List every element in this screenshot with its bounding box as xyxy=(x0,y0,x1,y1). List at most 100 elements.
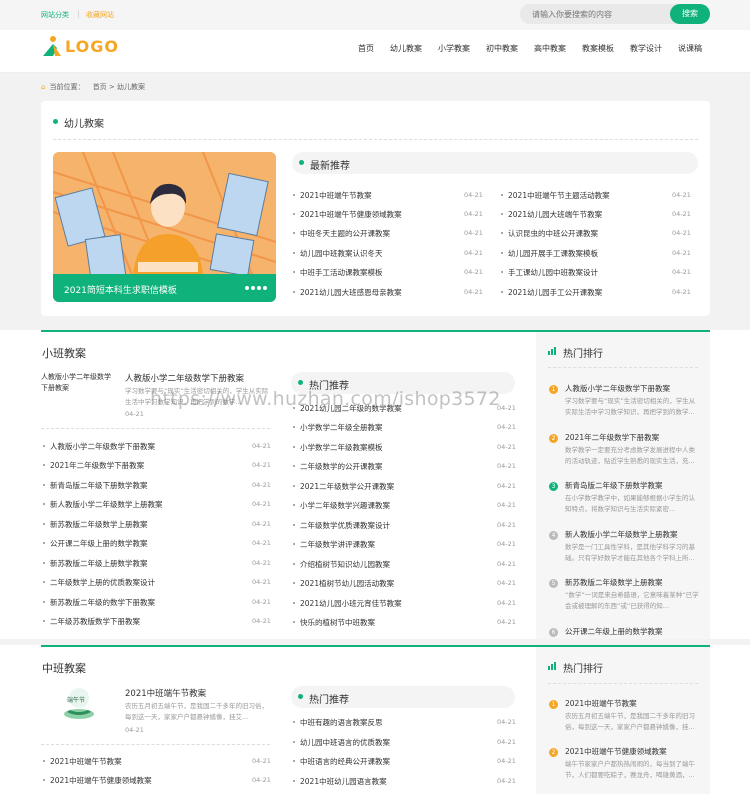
list-item[interactable]: 快乐的植树节中班教案 xyxy=(293,617,375,628)
list-item[interactable]: 幼儿园开展手工课教案模板 xyxy=(501,248,598,259)
nav-item-preschool[interactable]: 幼儿教案 xyxy=(390,43,422,54)
nav-item-lecture[interactable]: 说课稿 xyxy=(678,43,702,54)
nav-item-templates[interactable]: 教案模板 xyxy=(582,43,614,54)
list-date: 04-21 xyxy=(464,249,483,257)
list-date: 04-21 xyxy=(497,443,516,451)
rank-title: 热门排行 xyxy=(563,349,603,360)
list-item[interactable]: 2021幼儿园大班端午节教案 xyxy=(500,209,602,220)
list-item[interactable]: 中班有趣的语言教案反思 xyxy=(293,717,383,728)
list-item[interactable]: 认识昆虫的中班公开课教案 xyxy=(501,228,598,239)
list-item[interactable]: 介绍植树节知识幼儿园教案 xyxy=(293,559,390,570)
nav-item-senior[interactable]: 高中教案 xyxy=(534,43,566,54)
list-item[interactable]: 2021植树节幼儿园活动教案 xyxy=(292,578,394,589)
hot-tab[interactable]: 热门推荐 xyxy=(291,686,515,708)
rank-item-title[interactable]: 新苏教版二年级数学上册教案 xyxy=(565,577,663,588)
nav-item-junior[interactable]: 初中教案 xyxy=(486,43,518,54)
list-item[interactable]: 幼儿园中班教案认识冬天 xyxy=(293,248,383,259)
list-item[interactable]: 手工课幼儿园中班教案设计 xyxy=(501,267,598,278)
xiaoban-title: 小班教案 xyxy=(42,347,86,360)
rank-badge: 6 xyxy=(549,628,558,637)
list-item[interactable]: 2021中班端午节健康领域教案 xyxy=(43,775,152,786)
article-title[interactable]: 人教版小学二年级数学下册教案 xyxy=(125,372,244,384)
breadcrumb-current[interactable]: 幼儿教案 xyxy=(117,83,145,91)
list-item[interactable]: 小学数学二年级教案模板 xyxy=(293,442,383,453)
rank-item-title[interactable]: 公开课二年级上册的数学教案 xyxy=(565,626,663,637)
list-date: 04-21 xyxy=(464,210,483,218)
list-item[interactable]: 2021年二年级数学下册教案 xyxy=(42,460,144,471)
rank-item-desc: 端午节家家户户都热热闹闹的，每当到了端午节，人们都要吃粽子，赛龙舟，喝雄黄酒，.… xyxy=(565,760,695,779)
list-item[interactable]: 中班手工活动课教案模板 xyxy=(293,267,383,278)
breadcrumb-home[interactable]: 首页 xyxy=(93,83,107,91)
list-item[interactable]: 幼儿园中班语言的优质教案 xyxy=(293,737,390,748)
thumb-label: 端午节 xyxy=(67,697,86,704)
rank-item-title[interactable]: 人教版小学二年级数学下册教案 xyxy=(565,383,670,394)
list-item[interactable]: 二年级数学的公开课教案 xyxy=(293,461,383,472)
list-date: 04-21 xyxy=(252,559,271,567)
list-date: 04-21 xyxy=(497,599,516,607)
list-item[interactable]: 小学二年级数学兴趣课教案 xyxy=(293,500,390,511)
latest-tab[interactable]: 最新推荐 xyxy=(292,152,698,174)
list-date: 04-21 xyxy=(497,579,516,587)
article-date: 04-21 xyxy=(125,726,144,734)
bar-chart-icon xyxy=(548,662,557,670)
list-item[interactable]: 2021中班端午节教案 xyxy=(293,190,372,201)
list-item[interactable]: 新苏教版二年级上册数学教案 xyxy=(43,558,148,569)
rank-item-desc: 在小学数学教学中，如果能够根据小学生的认知特点，将数学知识与生活实际紧密... xyxy=(565,494,695,513)
nav-item-home[interactable]: 首页 xyxy=(358,43,374,54)
list-item[interactable]: 二年级数学上册的优质教案设计 xyxy=(43,577,155,588)
top-bar: 网站分类 | 收藏网站 搜索 xyxy=(0,0,750,30)
list-item[interactable]: 2021幼儿园手工公开课教案 xyxy=(500,287,602,298)
article-title[interactable]: 2021中班端午节教案 xyxy=(125,687,206,699)
list-date: 04-21 xyxy=(497,501,516,509)
search-button[interactable]: 搜索 xyxy=(670,4,710,24)
logo-icon xyxy=(43,36,61,56)
rank-item-title[interactable]: 2021中班端午节教案 xyxy=(565,698,637,709)
rank-item-title[interactable]: 2021中班端午节健康领域教案 xyxy=(565,746,667,757)
list-item[interactable]: 二年级数学讲评课教案 xyxy=(293,539,375,550)
list-item[interactable]: 新苏教版二年级的数学下册教案 xyxy=(43,597,155,608)
list-item[interactable]: 2021中班端午节健康领域教案 xyxy=(293,209,402,220)
list-item[interactable]: 2021中班端午节教案 xyxy=(43,756,122,767)
nav-item-design[interactable]: 教学设计 xyxy=(630,43,662,54)
rank-badge: 4 xyxy=(549,531,558,540)
bookmark-site-link[interactable]: 收藏网站 xyxy=(86,10,114,20)
article-date: 04-21 xyxy=(125,410,144,418)
list-date: 04-21 xyxy=(672,249,691,257)
list-date: 04-21 xyxy=(497,757,516,765)
carousel-dots[interactable] xyxy=(243,283,267,292)
article-thumbnail[interactable]: 人教版小学二年级数学下册教案 xyxy=(41,372,111,394)
list-item[interactable]: 二年级苏教版数学下册教案 xyxy=(43,616,140,627)
site-logo[interactable]: LOGO xyxy=(41,36,131,58)
site-category-link[interactable]: 网站分类 xyxy=(41,10,69,20)
rank-badge: 2 xyxy=(549,748,558,757)
divider xyxy=(53,139,698,140)
list-item[interactable]: 新青岛版二年级下册数学教案 xyxy=(43,480,148,491)
list-item[interactable]: 新苏教版二年级数学上册教案 xyxy=(43,519,148,530)
search-input[interactable] xyxy=(532,7,662,21)
list-item[interactable]: 2021中班幼儿园语言教案 xyxy=(293,776,387,787)
nav-item-primary[interactable]: 小学教案 xyxy=(438,43,470,54)
divider xyxy=(41,428,270,429)
list-date: 04-21 xyxy=(252,500,271,508)
list-item[interactable]: 2021幼儿园大班感恩母亲教案 xyxy=(293,287,402,298)
list-item[interactable]: 中班冬天主题的公开课教案 xyxy=(293,228,390,239)
list-item[interactable]: 中班语言的经典公开课教案 xyxy=(293,756,390,767)
list-item[interactable]: 公开课二年级上册的数学教案 xyxy=(43,538,148,549)
list-item[interactable]: 二年级数学优质课教案设计 xyxy=(293,520,390,531)
rank-item-title[interactable]: 新青岛版二年级下册数学教案 xyxy=(565,480,663,491)
list-item[interactable]: 2021二年级数学公开课教案 xyxy=(292,481,394,492)
list-item[interactable]: 2021幼儿园小班元宵佳节教案 xyxy=(293,598,402,609)
rank-item-desc: 数学是一门工具性学科，是其他学科学习的基础。只有学好数学才能在其他各个学科上所.… xyxy=(565,543,695,562)
article-thumbnail[interactable]: 端午节 xyxy=(64,686,94,720)
list-date: 04-21 xyxy=(672,210,691,218)
list-date: 04-21 xyxy=(252,617,271,625)
list-item[interactable]: 2021中班端午节主题活动教案 xyxy=(501,190,610,201)
list-date: 04-21 xyxy=(252,539,271,547)
hero-banner[interactable]: 2021简短本科生求职信模板 xyxy=(53,152,276,302)
list-item[interactable]: 小学数学二年级全册教案 xyxy=(293,422,383,433)
list-item[interactable]: 新人教版小学二年级数学上册教案 xyxy=(43,499,163,510)
rank-item-title[interactable]: 新人教版小学二年级数学上册教案 xyxy=(565,529,678,540)
rank-item-title[interactable]: 2021年二年级数学下册教案 xyxy=(565,432,659,443)
article-summary: 农历五月初五端午节，是我国二千多年的旧习俗，每到这一天，家家户户都悬钟馗像，挂艾… xyxy=(125,702,268,721)
list-item[interactable]: 人教版小学二年级数学下册教案 xyxy=(43,441,155,452)
